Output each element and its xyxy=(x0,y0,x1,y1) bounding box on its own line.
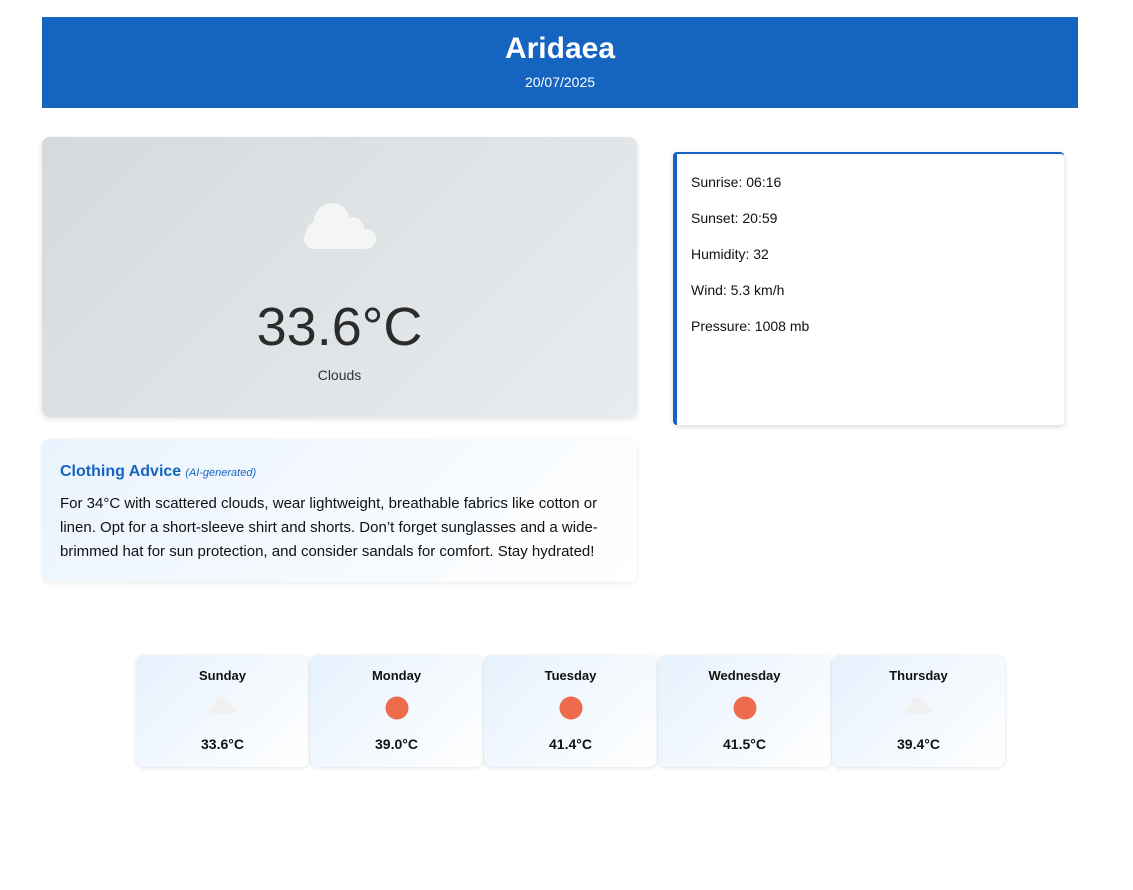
current-date: 20/07/2025 xyxy=(524,74,596,90)
forecast-day-name: Tuesday xyxy=(544,668,597,683)
sun-icon xyxy=(484,695,657,721)
forecast-day-name: Wednesday xyxy=(708,668,781,683)
forecast-temperature: 41.5°C xyxy=(723,736,766,752)
forecast-temperature: 39.4°C xyxy=(897,736,940,752)
advice-heading: Clothing Advice (AI-generated) xyxy=(60,463,256,481)
current-weather-card: 33.6°C Clouds xyxy=(42,137,637,417)
weather-details-card: Sunrise: 06:16 Sunset: 20:59 Humidity: 3… xyxy=(673,152,1064,425)
weather-description: Clouds xyxy=(317,367,362,383)
sun-icon xyxy=(310,695,483,721)
ai-generated-tag: (AI-generated) xyxy=(185,467,257,479)
forecast-temperature: 39.0°C xyxy=(375,736,418,752)
advice-title: Clothing Advice xyxy=(60,463,182,480)
forecast-day-card: Wednesday 41.5°C xyxy=(658,655,831,767)
pressure-value: Pressure: 1008 mb xyxy=(691,318,810,334)
forecast-day-name: Monday xyxy=(371,668,422,683)
sunset-value: Sunset: 20:59 xyxy=(691,210,778,226)
forecast-temperature: 41.4°C xyxy=(549,736,592,752)
sun-icon xyxy=(658,695,831,721)
cloud-icon xyxy=(42,199,637,251)
cloud-icon xyxy=(136,695,309,721)
forecast-day-card: Thursday 39.4°C xyxy=(832,655,1005,767)
forecast-day-name: Thursday xyxy=(889,668,948,683)
weather-page: Aridaea 20/07/2025 33.6°C Clouds Sunrise… xyxy=(0,0,1133,890)
header-banner: Aridaea 20/07/2025 xyxy=(42,17,1078,108)
forecast-day-name: Sunday xyxy=(199,668,246,683)
cloud-icon xyxy=(832,695,1005,721)
forecast-day-card: Sunday 33.6°C xyxy=(136,655,309,767)
clothing-advice-card: Clothing Advice (AI-generated) For 34°C w… xyxy=(42,439,637,582)
forecast-day-card: Tuesday 41.4°C xyxy=(484,655,657,767)
wind-value: Wind: 5.3 km/h xyxy=(691,282,785,298)
forecast-temperature: 33.6°C xyxy=(201,736,244,752)
current-temperature: 33.6°C xyxy=(256,297,423,357)
sunrise-value: Sunrise: 06:16 xyxy=(691,174,782,190)
forecast-day-card: Monday 39.0°C xyxy=(310,655,483,767)
advice-text: For 34°C with scattered clouds, wear lig… xyxy=(60,495,598,560)
humidity-value: Humidity: 32 xyxy=(691,246,769,262)
city-name: Aridaea xyxy=(504,32,616,65)
